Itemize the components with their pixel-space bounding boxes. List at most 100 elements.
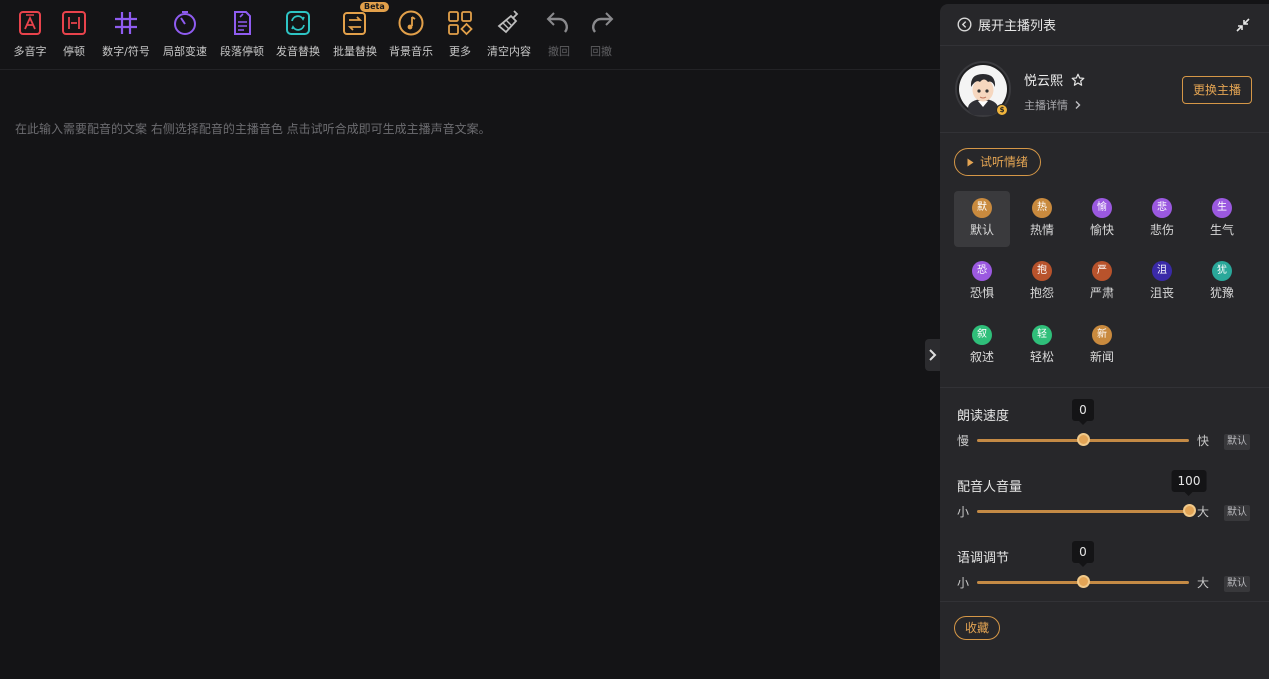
emotion-option[interactable]: 新新闻 <box>1074 318 1130 374</box>
voice-volume-max-label: 大 <box>1197 505 1210 519</box>
tool-label: 停顿 <box>63 45 85 58</box>
emotion-label: 犹豫 <box>1209 286 1234 300</box>
preview-emotion-label: 试听情绪 <box>980 155 1029 169</box>
reading-speed-slider-handle[interactable] <box>1077 433 1090 446</box>
emotion-label: 热情 <box>1029 223 1054 237</box>
star-icon[interactable] <box>1071 73 1085 87</box>
batch-replace-icon: Beta <box>340 2 389 38</box>
chevron-right-icon <box>928 349 936 361</box>
emotion-option[interactable]: 犹犹豫 <box>1194 254 1250 310</box>
paragraph-pause-icon <box>227 8 257 38</box>
tool-undo[interactable]: 撤回 <box>545 8 573 64</box>
anchor-detail-label: 主播详情 <box>1024 99 1068 112</box>
avatar[interactable]: $ <box>955 61 1011 117</box>
anchor-card: $ 悦云熙 主播详情 更换主播 <box>940 46 1269 133</box>
emotion-label: 叙述 <box>969 350 994 364</box>
collapse-arrows-icon[interactable] <box>1235 17 1251 37</box>
emotion-label: 生气 <box>1209 223 1234 237</box>
emotion-section: 试听情绪 默默认热热情愉愉快悲悲伤生生气恐恐惧抱抱怨严严肃沮沮丧犹犹豫叙叙述轻轻… <box>940 133 1269 388</box>
tool-label: 更多 <box>449 45 471 58</box>
undo-icon <box>544 8 574 38</box>
emotion-badge: 叙 <box>972 325 992 345</box>
emotion-badge: 生 <box>1212 198 1232 218</box>
tool-pause[interactable]: 停顿 <box>60 8 88 64</box>
text-editor[interactable]: 在此输入需要配音的文案 右侧选择配音的主播音色 点击试听合成即可生成主播声音文案… <box>15 121 915 137</box>
pitch-max-label: 大 <box>1197 576 1210 590</box>
tool-number-symbol[interactable]: 数字/符号 <box>101 8 151 64</box>
tool-clear-content[interactable]: 清空内容 <box>486 8 532 64</box>
emotion-label: 默认 <box>969 223 994 237</box>
redo-icon <box>586 8 616 38</box>
emotion-badge: 沮 <box>1152 261 1172 281</box>
emotion-badge: 热 <box>1032 198 1052 218</box>
emotion-option[interactable]: 轻轻松 <box>1014 318 1070 374</box>
polyphone-icon <box>15 8 45 38</box>
emotion-badge: 轻 <box>1032 325 1052 345</box>
emotion-option[interactable]: 恐恐惧 <box>954 254 1010 310</box>
emotion-badge: 恐 <box>972 261 992 281</box>
reading-speed-reset-default-button[interactable]: 默认 <box>1224 434 1250 450</box>
anchor-detail-link[interactable]: 主播详情 <box>1024 97 1083 113</box>
tool-label: 清空内容 <box>487 45 531 58</box>
emotion-label: 抱怨 <box>1029 286 1054 300</box>
emotion-label: 愉快 <box>1089 223 1114 237</box>
panel-collapse-handle[interactable] <box>925 339 940 371</box>
tool-polyphone[interactable]: 多音字 <box>11 8 49 64</box>
emotion-badge: 新 <box>1092 325 1112 345</box>
tool-label: 发音替换 <box>276 45 320 58</box>
editor-placeholder: 在此输入需要配音的文案 右侧选择配音的主播音色 点击试听合成即可生成主播声音文案… <box>15 122 491 136</box>
collect-button[interactable]: 收藏 <box>954 616 1001 640</box>
emotion-label: 恐惧 <box>969 286 994 300</box>
tool-paragraph-pause[interactable]: 段落停顿 <box>219 8 265 64</box>
preview-emotion-button[interactable]: 试听情绪 <box>954 148 1042 176</box>
tool-label: 背景音乐 <box>389 45 433 58</box>
voice-volume-value-tooltip: 100 <box>1171 470 1207 496</box>
voice-volume-reset-default-button[interactable]: 默认 <box>1224 505 1250 521</box>
pitch-title: 语调调节 <box>957 551 1010 566</box>
emotion-label: 悲伤 <box>1149 223 1174 237</box>
emotion-option[interactable]: 严严肃 <box>1074 254 1130 310</box>
voice-volume-slider-track[interactable] <box>977 510 1189 513</box>
tool-local-speed[interactable]: 局部变速 <box>162 8 208 64</box>
emotion-option[interactable]: 沮沮丧 <box>1134 254 1190 310</box>
emotion-option[interactable]: 默默认 <box>954 191 1010 247</box>
tool-label: 多音字 <box>13 45 47 58</box>
emotion-option[interactable]: 抱抱怨 <box>1014 254 1070 310</box>
emotion-option[interactable]: 生生气 <box>1194 191 1250 247</box>
vip-badge-icon: $ <box>996 104 1008 116</box>
emotion-label: 新闻 <box>1089 350 1114 364</box>
play-icon <box>967 158 974 167</box>
toolbar: 多音字 停顿 数字/符号 局部变速 段落停顿 发音替换 Beta 批量替换 背景… <box>0 0 940 70</box>
hash-icon <box>111 8 141 38</box>
pitch-value-tooltip: 0 <box>1072 541 1094 567</box>
emotion-option[interactable]: 悲悲伤 <box>1134 191 1190 247</box>
voice-volume-title: 配音人音量 <box>957 480 1023 495</box>
tool-more[interactable]: 更多 <box>445 8 475 64</box>
emotion-label: 沮丧 <box>1149 286 1174 300</box>
beta-badge: Beta <box>360 2 389 12</box>
emotion-badge: 悲 <box>1152 198 1172 218</box>
expand-anchor-list-link[interactable]: 展开主播列表 <box>978 15 1056 34</box>
tool-pronunciation-replace[interactable]: 发音替换 <box>275 8 321 64</box>
tool-background-music[interactable]: 背景音乐 <box>388 8 434 64</box>
tool-redo[interactable]: 回撤 <box>587 8 615 64</box>
back-circle-icon[interactable] <box>957 17 972 32</box>
tool-label: 撤回 <box>548 45 570 58</box>
emotion-badge: 默 <box>972 198 992 218</box>
pitch-reset-default-button[interactable]: 默认 <box>1224 576 1250 592</box>
emotion-label: 严肃 <box>1089 286 1114 300</box>
tool-label: 回撤 <box>590 45 612 58</box>
emotion-option[interactable]: 热热情 <box>1014 191 1070 247</box>
emotion-option[interactable]: 愉愉快 <box>1074 191 1130 247</box>
emotion-option[interactable]: 叙叙述 <box>954 318 1010 374</box>
voice-volume-min-label: 小 <box>957 505 970 519</box>
app-window: 多音字 停顿 数字/符号 局部变速 段落停顿 发音替换 Beta 批量替换 背景… <box>0 0 1269 679</box>
reading-speed-max-label: 快 <box>1197 434 1210 448</box>
change-anchor-button[interactable]: 更换主播 <box>1181 76 1252 104</box>
pitch-slider-handle[interactable] <box>1077 575 1090 588</box>
emotion-badge: 犹 <box>1212 261 1232 281</box>
pause-icon <box>59 8 89 38</box>
voice-volume-slider-handle[interactable] <box>1183 504 1196 517</box>
emotion-badge: 严 <box>1092 261 1112 281</box>
tool-batch-replace[interactable]: Beta 批量替换 <box>332 2 389 64</box>
